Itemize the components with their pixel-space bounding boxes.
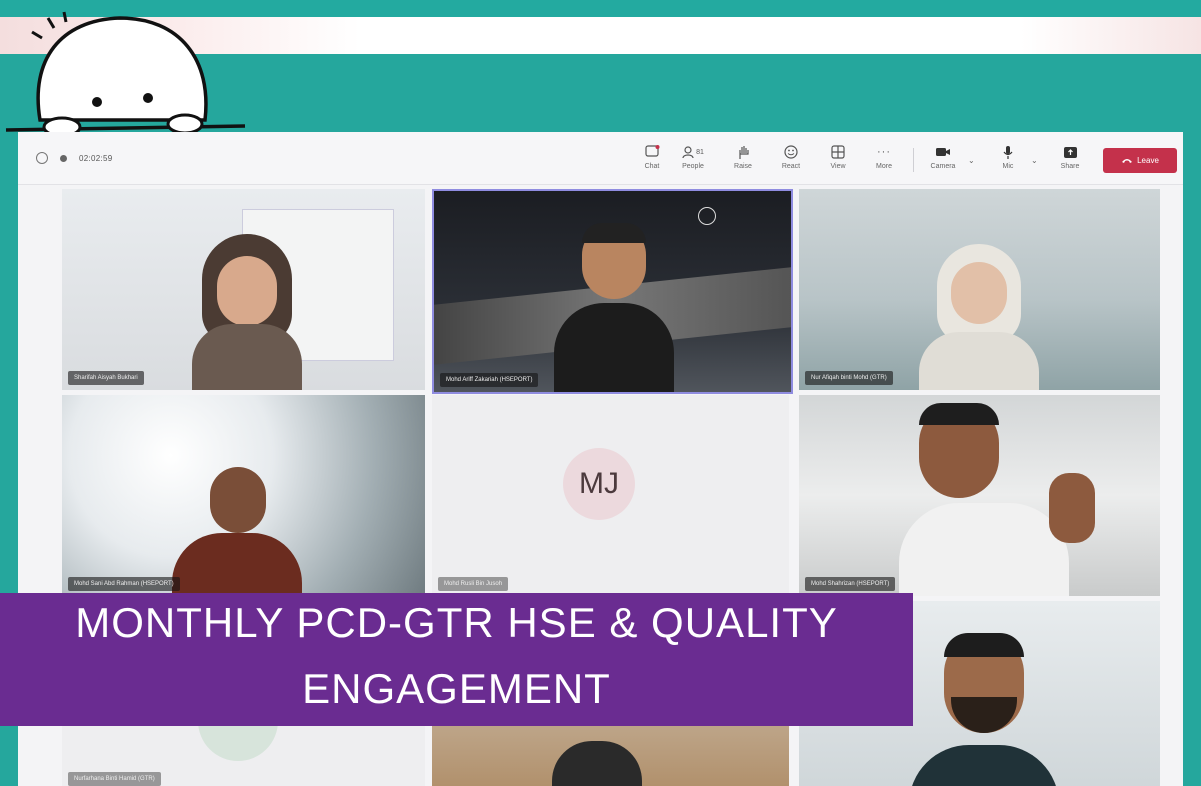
react-icon [783, 144, 799, 160]
participant-name: Mohd Shahrizan (HSEPORT) [805, 577, 896, 591]
raise-hand-button[interactable]: Raise [728, 144, 758, 170]
meeting-toolbar: 02:02:59 Chat 81 People Raise React View… [18, 132, 1183, 185]
share-button[interactable]: Share [1055, 144, 1085, 170]
video-tile-4[interactable]: Mohd Sani Abd Rahman (HSEPORT) [62, 395, 425, 596]
view-label: View [830, 163, 846, 170]
raise-hand-icon [735, 144, 751, 160]
participant-video [192, 234, 302, 390]
chat-icon [644, 144, 660, 160]
participant-video [899, 403, 1109, 596]
mic-label: Mic [1002, 163, 1014, 170]
view-grid-icon [830, 144, 846, 160]
react-button[interactable]: React [776, 144, 806, 170]
share-icon [1062, 144, 1078, 160]
people-count: 81 [696, 148, 704, 156]
video-tile-5[interactable]: MJ Mohd Rusli Bin Jusoh [432, 395, 789, 596]
camera-icon [935, 144, 951, 160]
mic-button[interactable]: Mic [993, 144, 1023, 170]
peeking-mascot-icon [5, 11, 246, 138]
banner-line-2: ENGAGEMENT [302, 665, 611, 712]
leave-button[interactable]: Leave [1103, 148, 1177, 173]
chat-button[interactable]: Chat [637, 144, 667, 170]
more-icon: ··· [877, 146, 891, 158]
recording-icon [60, 154, 67, 162]
participant-video [909, 633, 1059, 786]
raise-label: Raise [734, 163, 752, 170]
mic-icon [1000, 144, 1016, 160]
participant-video [919, 244, 1039, 390]
participant-name: Nurfarhana Binti Hamid (GTR) [68, 772, 161, 786]
participant-name: Mohd Rusli Bin Jusoh [438, 577, 509, 591]
video-tile-1[interactable]: Sharifah Aisyah Bukhari [62, 189, 425, 390]
leave-label: Leave [1137, 156, 1159, 165]
phone-hangup-icon [1122, 159, 1133, 163]
participant-video [172, 467, 302, 596]
people-icon: 81 [680, 144, 706, 160]
shield-icon [36, 152, 48, 164]
camera-button[interactable]: Camera [928, 144, 958, 170]
more-button[interactable]: ··· More [869, 144, 899, 170]
participant-avatar: MJ [563, 448, 635, 520]
video-tile-6[interactable]: Mohd Shahrizan (HSEPORT) [799, 395, 1160, 596]
participant-name: Sharifah Aisyah Bukhari [68, 371, 144, 385]
brand-logo-icon [698, 207, 716, 225]
video-tile-3[interactable]: Nur Afiqah binti Mohd (GTR) [799, 189, 1160, 390]
video-tile-2[interactable]: Mohd Ariff Zakariah (HSEPORT) [432, 189, 793, 394]
mic-options-icon[interactable]: ⌄ [1031, 156, 1038, 165]
share-label: Share [1060, 163, 1080, 170]
react-label: React [781, 163, 801, 170]
view-button[interactable]: View [823, 144, 853, 170]
participant-name: Nur Afiqah binti Mohd (GTR) [805, 371, 893, 385]
people-button[interactable]: 81 People [678, 144, 708, 170]
camera-options-icon[interactable]: ⌄ [968, 156, 975, 165]
toolbar-divider [913, 148, 914, 172]
title-banner: MONTHLY PCD-GTR HSE & QUALITY ENGAGEMENT [0, 593, 913, 726]
participant-name: Mohd Ariff Zakariah (HSEPORT) [440, 373, 539, 387]
participant-name: Mohd Sani Abd Rahman (HSEPORT) [68, 577, 180, 591]
meeting-timer: 02:02:59 [79, 153, 113, 163]
banner-line-1: MONTHLY PCD-GTR HSE & QUALITY [75, 599, 838, 646]
people-label: People [682, 163, 704, 170]
more-label: More [876, 163, 892, 170]
participant-video [554, 223, 674, 392]
chat-label: Chat [644, 163, 660, 170]
camera-label: Camera [930, 163, 956, 170]
right-frame [1183, 132, 1201, 786]
